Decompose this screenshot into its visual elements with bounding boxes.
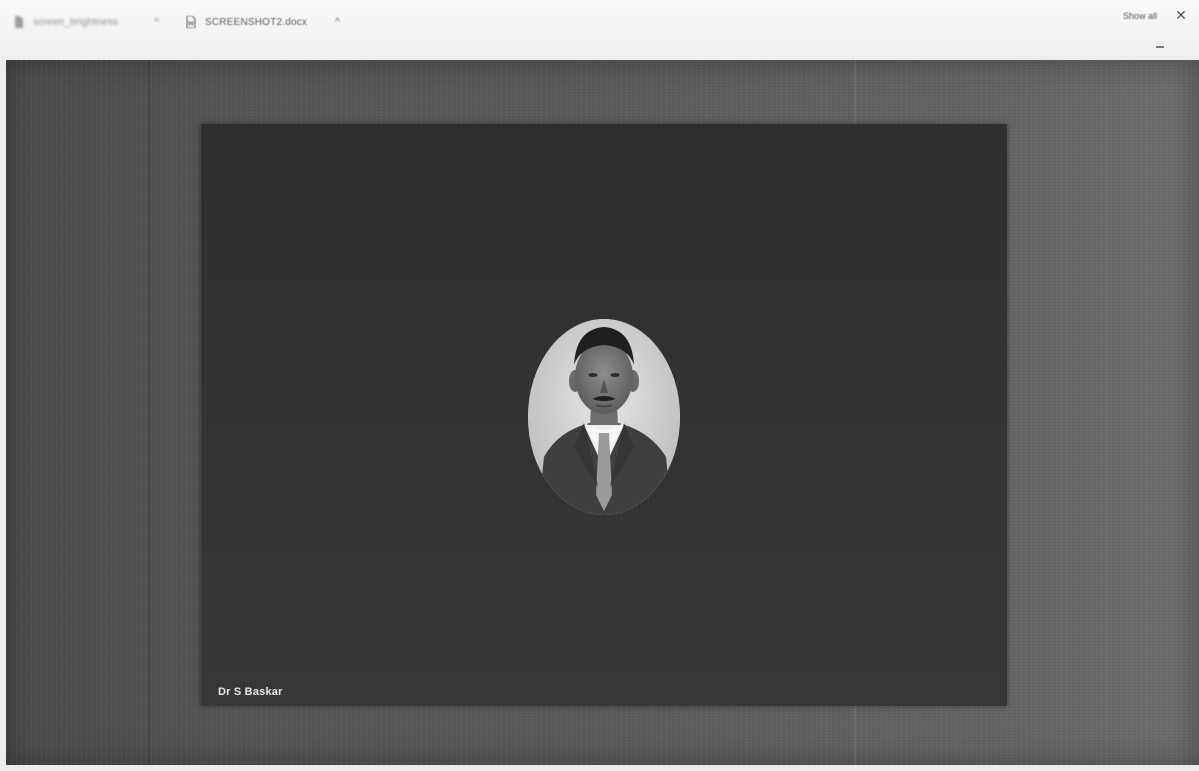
participant-avatar-photo xyxy=(528,319,680,515)
download-item[interactable]: SCREENSHOT2.docx ^ xyxy=(186,12,346,32)
download-item-name: SCREENSHOT2.docx xyxy=(205,16,308,28)
close-icon[interactable]: ✕ xyxy=(1171,5,1191,25)
participant-name-label: Dr S Baskar xyxy=(218,686,283,698)
screen-photo: screen_brightness ^ SCREENSHOT2.docx ^ S… xyxy=(0,0,1199,771)
show-all-button[interactable]: Show all xyxy=(1119,6,1161,26)
download-item[interactable]: screen_brightness ^ xyxy=(14,12,184,32)
chevron-up-icon[interactable]: ^ xyxy=(335,17,340,28)
word-doc-icon xyxy=(186,16,196,28)
download-item-name: screen_brightness xyxy=(33,16,119,28)
divider xyxy=(1156,46,1164,48)
screen-seam xyxy=(148,60,150,765)
participant-video-tile[interactable]: Dr S Baskar xyxy=(201,124,1007,706)
file-icon xyxy=(15,16,23,28)
participant-avatar xyxy=(528,319,680,515)
download-bar: screen_brightness ^ SCREENSHOT2.docx ^ S… xyxy=(0,0,1199,60)
chevron-up-icon[interactable]: ^ xyxy=(154,17,159,28)
